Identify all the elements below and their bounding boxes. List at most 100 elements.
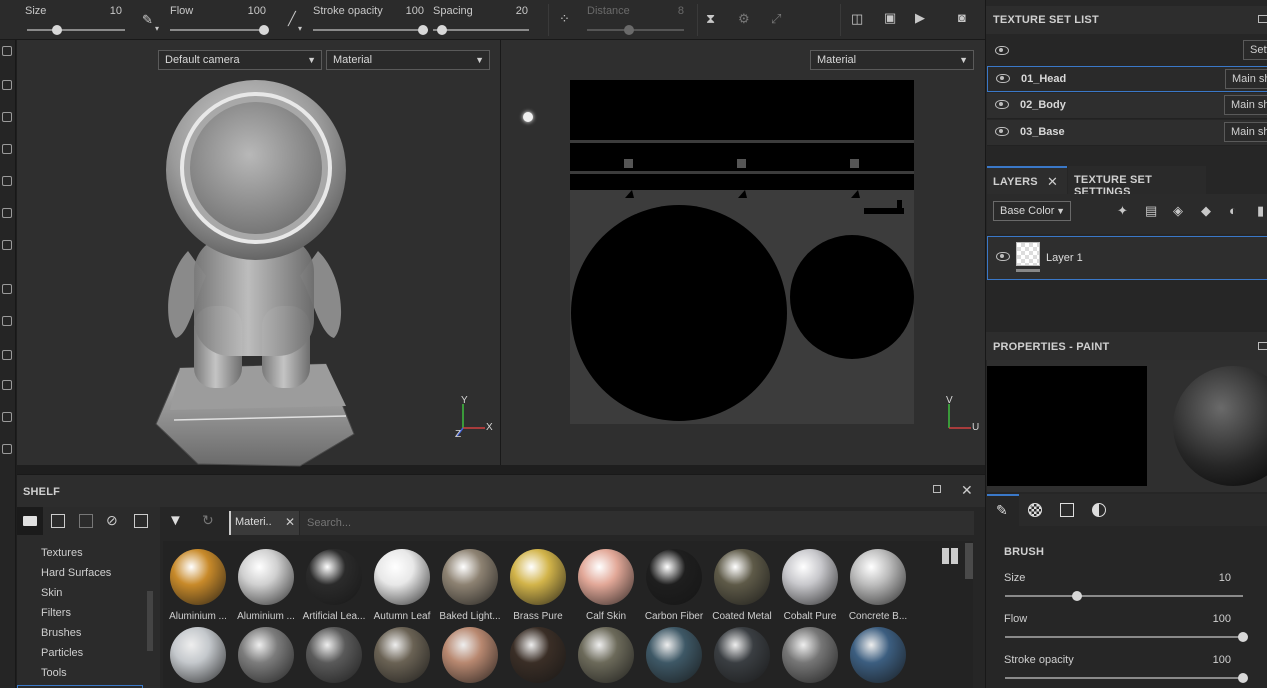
save-icon[interactable]: [79, 514, 93, 528]
category-hard-surfaces[interactable]: Hard Surfaces: [41, 567, 111, 579]
export-tool-icon[interactable]: [2, 380, 12, 390]
material-thumbnail[interactable]: [505, 627, 571, 683]
stroke-icon[interactable]: ╱: [288, 12, 296, 26]
maximize-icon[interactable]: [1258, 15, 1267, 23]
material-thumbnail[interactable]: [437, 627, 503, 683]
folder-icon[interactable]: [23, 516, 37, 526]
category-particles[interactable]: Particles: [41, 647, 83, 659]
size-slider[interactable]: [27, 29, 125, 31]
stroke-opacity-slider[interactable]: [313, 29, 428, 31]
material-thumbnail[interactable]: [777, 627, 843, 683]
shader-dropdown[interactable]: Main sh: [1225, 69, 1267, 89]
new-folder-icon[interactable]: [51, 514, 65, 528]
geometry-fill-icon[interactable]: [2, 144, 12, 154]
chevron-down-icon[interactable]: ▾: [155, 22, 159, 36]
eye-icon[interactable]: [995, 100, 1009, 109]
material-thumbnail[interactable]: Brass Pure: [505, 549, 571, 622]
video-camera-icon[interactable]: ▶: [915, 11, 925, 25]
material-picker-icon[interactable]: [2, 284, 12, 294]
category-textures[interactable]: Textures: [41, 547, 83, 559]
texture-set-settings-button[interactable]: Setti: [1243, 40, 1267, 60]
material-thumbnail[interactable]: Baked Light...: [437, 549, 503, 622]
category-skin[interactable]: Skin: [41, 587, 62, 599]
brush-stroke-opacity-value[interactable]: 100: [1171, 654, 1231, 666]
size-value[interactable]: 10: [80, 5, 122, 17]
smudge-tool-icon[interactable]: [2, 176, 12, 186]
lazy-mouse-icon[interactable]: ⁘: [559, 12, 570, 26]
add-fill-layer-icon[interactable]: ◆: [1201, 204, 1211, 218]
spacing-slider[interactable]: [433, 29, 529, 31]
close-icon[interactable]: ✕: [1047, 174, 1058, 190]
add-layer-icon[interactable]: ◈: [1173, 204, 1183, 218]
channel-dropdown[interactable]: Base Color ▼: [993, 201, 1071, 221]
shelf-scrollbar[interactable]: [965, 543, 973, 579]
material-thumbnail[interactable]: Coated Metal: [709, 549, 775, 622]
texture-set-row-head[interactable]: 01_Head Main sh: [987, 66, 1267, 92]
brush-icon[interactable]: ✎: [142, 13, 153, 27]
flow-slider[interactable]: [170, 29, 267, 31]
texture-set-row-base[interactable]: 03_Base Main sh: [987, 120, 1267, 146]
category-filters[interactable]: Filters: [41, 607, 71, 619]
split-view-icon[interactable]: ◫: [851, 12, 863, 26]
material-thumbnail[interactable]: [641, 627, 707, 683]
add-effect-icon[interactable]: ✦: [1117, 204, 1128, 218]
material-thumbnail[interactable]: Calf Skin: [573, 549, 639, 622]
filter-tag[interactable]: Materi.. ✕: [229, 511, 299, 535]
shelf-search-input[interactable]: [300, 511, 974, 535]
shader-dropdown[interactable]: Main sh: [1224, 122, 1267, 142]
add-mask-icon[interactable]: ▤: [1145, 204, 1157, 218]
color-picker-icon[interactable]: [2, 240, 12, 250]
flow-slider-handle[interactable]: [259, 25, 269, 35]
measure-tool-icon[interactable]: [2, 316, 12, 326]
filter-icon[interactable]: ▼: [168, 512, 183, 529]
symmetry-settings-icon[interactable]: ⚙: [738, 12, 750, 26]
chevron-down-icon[interactable]: ▾: [298, 22, 302, 36]
material-thumbnail[interactable]: [165, 627, 231, 683]
delete-layer-icon[interactable]: ▮: [1257, 204, 1264, 218]
add-folder-icon[interactable]: ◐: [1229, 204, 1237, 218]
remove-filter-icon[interactable]: ✕: [285, 515, 295, 529]
material-thumbnail[interactable]: Artificial Lea...: [301, 549, 367, 622]
eye-icon[interactable]: [996, 252, 1010, 261]
category-tools[interactable]: Tools: [41, 667, 67, 679]
settings-icon[interactable]: [2, 444, 12, 454]
layer-name[interactable]: Layer 1: [1046, 252, 1083, 264]
brush-size-value[interactable]: 10: [1171, 572, 1231, 584]
tab-texture-set-settings[interactable]: TEXTURE SET SETTINGS: [1068, 166, 1206, 198]
grid-view-icon[interactable]: [942, 548, 958, 564]
brush-stroke-opacity-slider[interactable]: [1005, 677, 1243, 679]
brush-stroke-opacity-slider-handle[interactable]: [1238, 673, 1248, 683]
projection-icon[interactable]: ⤢: [771, 12, 781, 26]
maximize-icon[interactable]: [933, 485, 941, 493]
cube-icon[interactable]: ▣: [884, 11, 896, 25]
layer-row[interactable]: Layer 1: [987, 236, 1267, 280]
clone-tool-icon[interactable]: [2, 208, 12, 218]
stroke-opacity-slider-handle[interactable]: [418, 25, 428, 35]
symmetry-icon[interactable]: ⧗: [706, 12, 715, 26]
flow-value[interactable]: 100: [220, 5, 266, 17]
spacing-value[interactable]: 20: [490, 5, 528, 17]
shader-dropdown[interactable]: Main sh: [1224, 95, 1267, 115]
light-icon[interactable]: [523, 112, 533, 122]
stroke-opacity-value[interactable]: 100: [390, 5, 424, 17]
size-slider-handle[interactable]: [52, 25, 62, 35]
screenshot-camera-icon[interactable]: ◙: [958, 11, 966, 25]
paint-tool-icon[interactable]: [2, 46, 12, 56]
alpha-icon[interactable]: [1028, 503, 1042, 517]
texture-set-row-body[interactable]: 02_Body Main sh: [987, 93, 1267, 119]
material-thumbnail[interactable]: [845, 627, 911, 683]
uv-texture-canvas[interactable]: [570, 80, 914, 424]
brush-flow-slider[interactable]: [1005, 636, 1243, 638]
viewport-2d[interactable]: Material ▼ V U: [501, 40, 985, 465]
bake-tool-icon[interactable]: [2, 350, 12, 360]
brush-icon[interactable]: ✎: [996, 502, 1008, 519]
camera-dropdown[interactable]: Default camera ▼: [158, 50, 322, 70]
material-thumbnail[interactable]: Concrete B...: [845, 549, 911, 622]
maximize-icon[interactable]: [1258, 342, 1267, 350]
material-thumbnail[interactable]: Aluminium ...: [165, 549, 231, 622]
category-scrollbar[interactable]: [147, 591, 153, 651]
hidden-icon[interactable]: ⊘: [106, 512, 118, 529]
material-thumbnail[interactable]: [573, 627, 639, 683]
category-brushes[interactable]: Brushes: [41, 627, 81, 639]
material-thumbnail[interactable]: [301, 627, 367, 683]
